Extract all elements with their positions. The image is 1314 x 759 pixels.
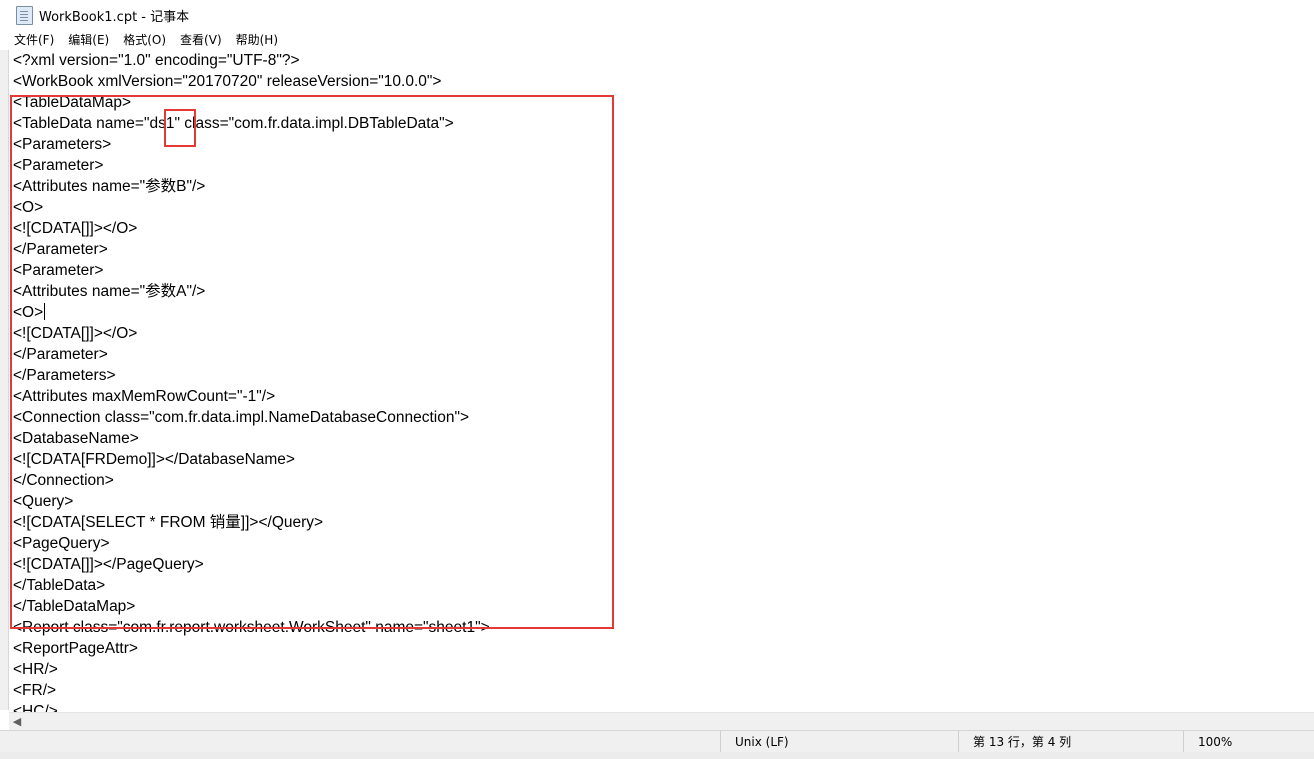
- code-line: <Attributes maxMemRowCount="-1"/>: [13, 388, 276, 405]
- status-bar: Unix (LF) 第 13 行，第 4 列 100%: [0, 730, 1314, 753]
- code-line: <Attributes name="参数B"/>: [13, 178, 206, 195]
- code-line: <TableData name="ds1" class="com.fr.data…: [13, 115, 454, 132]
- horizontal-scrollbar[interactable]: ◀: [9, 712, 1314, 730]
- code-line: </TableDataMap>: [13, 598, 136, 615]
- code-line: </TableData>: [13, 577, 106, 594]
- menu-bar: 文件(F) 编辑(E) 格式(O) 查看(V) 帮助(H): [0, 31, 1314, 50]
- menu-help[interactable]: 帮助(H): [230, 31, 284, 50]
- background-window-edge: [0, 50, 9, 710]
- status-line-ending: Unix (LF): [720, 731, 789, 753]
- code-line: <![CDATA[]]></PageQuery>: [13, 556, 204, 573]
- code-line: <Parameters>: [13, 136, 112, 153]
- code-line: <ReportPageAttr>: [13, 640, 138, 657]
- code-line: <O>: [13, 199, 44, 216]
- code-line: <PageQuery>: [13, 535, 110, 552]
- code-line: <HR/>: [13, 661, 58, 678]
- menu-file[interactable]: 文件(F): [8, 31, 60, 50]
- code-line: <?xml version="1.0" encoding="UTF-8"?>: [13, 52, 300, 69]
- code-line: <![CDATA[]]></O>: [13, 220, 138, 237]
- code-line: <Parameter>: [13, 157, 104, 174]
- code-line: <FR/>: [13, 682, 57, 699]
- code-line: </Parameter>: [13, 346, 108, 363]
- code-line: <![CDATA[FRDemo]]></DatabaseName>: [13, 451, 295, 468]
- scroll-left-arrow-icon[interactable]: ◀: [11, 716, 23, 728]
- code-line: <![CDATA[SELECT * FROM 销量]]></Query>: [13, 514, 324, 531]
- code-line-text: <O>: [13, 304, 44, 321]
- notepad-icon: [16, 6, 33, 25]
- code-line: </Parameter>: [13, 241, 108, 258]
- window-title: WorkBook1.cpt - 记事本: [39, 10, 190, 25]
- code-line: </Parameters>: [13, 367, 116, 384]
- code-line: <HC/>: [13, 703, 58, 712]
- code-line: <TableDataMap>: [13, 94, 132, 111]
- code-line: <DatabaseName>: [13, 430, 139, 447]
- code-line: <![CDATA[]]></O>: [13, 325, 138, 342]
- code-line: </Connection>: [13, 472, 114, 489]
- title-bar: WorkBook1.cpt - 记事本: [0, 0, 1314, 31]
- code-line: <Parameter>: [13, 262, 104, 279]
- code-line: <Query>: [13, 493, 74, 510]
- code-line: <Connection class="com.fr.data.impl.Name…: [13, 409, 470, 426]
- status-cursor-position: 第 13 行，第 4 列: [958, 731, 1071, 753]
- menu-edit[interactable]: 编辑(E): [62, 31, 115, 50]
- code-line-current: <O>: [13, 302, 46, 323]
- menu-view[interactable]: 查看(V): [174, 31, 228, 50]
- text-caret: [44, 303, 46, 320]
- code-line: <WorkBook xmlVersion="20170720" releaseV…: [13, 73, 442, 90]
- status-zoom: 100%: [1183, 731, 1232, 753]
- menu-format[interactable]: 格式(O): [117, 31, 172, 50]
- code-line: <Report class="com.fr.report.worksheet.W…: [13, 619, 490, 636]
- text-editor-area[interactable]: <?xml version="1.0" encoding="UTF-8"?> <…: [9, 50, 1314, 712]
- code-line: <Attributes name="参数A"/>: [13, 283, 206, 300]
- window-bottom-edge: [0, 752, 1314, 759]
